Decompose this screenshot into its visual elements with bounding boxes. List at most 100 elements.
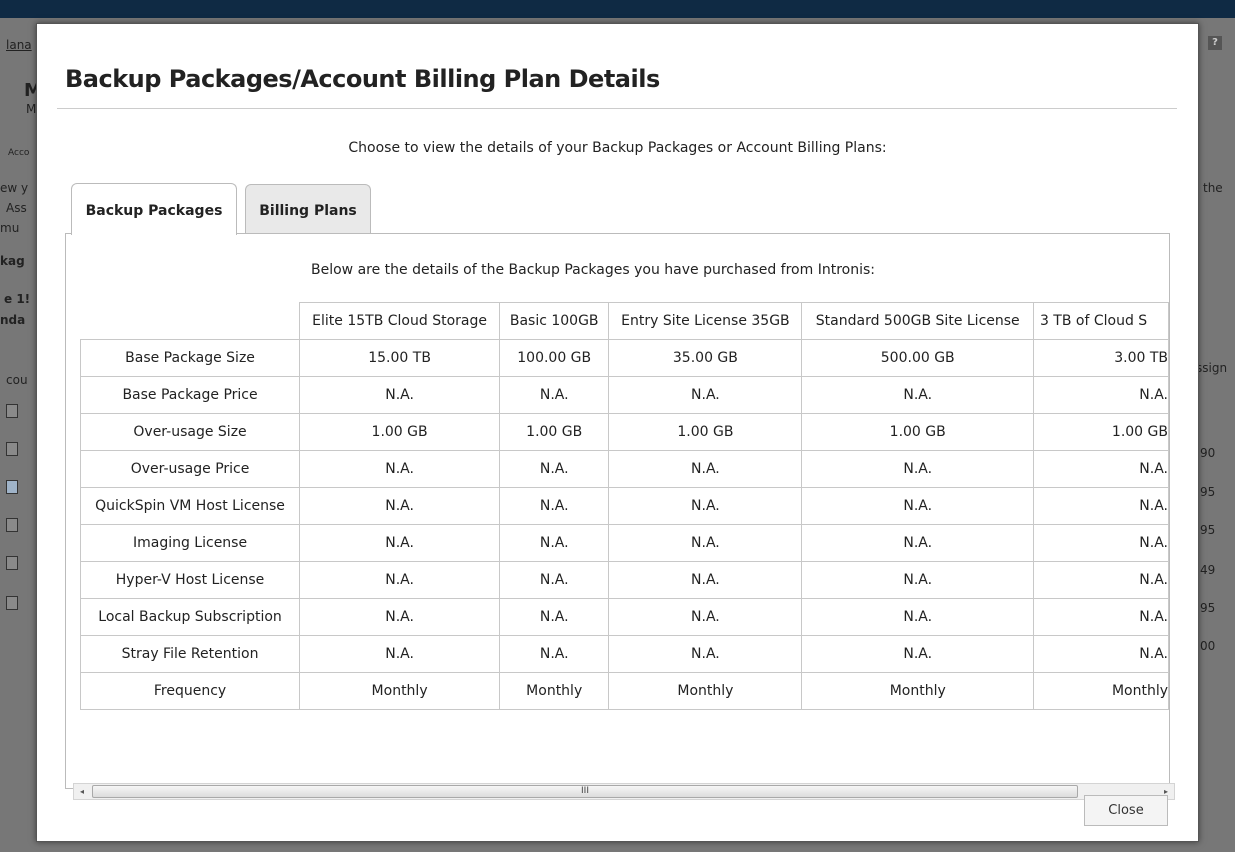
bg-checkbox bbox=[6, 596, 18, 610]
bg-fragment: cou bbox=[6, 373, 28, 387]
tab-backup-packages[interactable]: Backup Packages bbox=[71, 183, 237, 235]
table-cell: 1.00 GB bbox=[801, 413, 1034, 451]
bg-fragment: 95 bbox=[1200, 485, 1216, 499]
column-header: Standard 500GB Site License bbox=[801, 302, 1034, 340]
table-cell: N.A. bbox=[801, 450, 1034, 488]
table-cell: N.A. bbox=[608, 635, 803, 673]
bg-fragment: nda bbox=[0, 313, 26, 327]
bg-fragment: 00 bbox=[1200, 639, 1216, 653]
bg-fragment: 95 bbox=[1200, 601, 1216, 615]
table-cell: N.A. bbox=[608, 598, 803, 636]
bg-fragment: M bbox=[26, 102, 37, 116]
close-button[interactable]: Close bbox=[1084, 795, 1168, 826]
bg-checkbox bbox=[6, 404, 18, 418]
row-label: Over-usage Price bbox=[79, 450, 301, 488]
table-cell: 3.00 TB bbox=[1032, 339, 1169, 377]
table-cell: N.A. bbox=[1032, 598, 1169, 636]
table-row: Frequency Monthly Monthly Monthly Monthly Mon… bbox=[79, 672, 1169, 710]
table-cell: N.A. bbox=[299, 487, 501, 525]
table-corner bbox=[80, 302, 301, 340]
table-cell: 100.00 GB bbox=[499, 339, 610, 377]
table-cell: N.A. bbox=[299, 561, 501, 599]
table-cell: N.A. bbox=[499, 376, 610, 414]
column-header: Entry Site License 35GB bbox=[608, 302, 803, 340]
row-label: Base Package Price bbox=[79, 376, 301, 414]
table-cell: N.A. bbox=[801, 635, 1034, 673]
bg-fragment: ew y bbox=[0, 181, 29, 195]
title-divider bbox=[57, 108, 1177, 109]
table-cell: N.A. bbox=[1032, 376, 1169, 414]
table-cell: N.A. bbox=[499, 450, 610, 488]
table-cell: N.A. bbox=[499, 487, 610, 525]
panel-intro-text: Below are the details of the Backup Pack… bbox=[311, 262, 875, 278]
table-row: Hyper-V Host License N.A. N.A. N.A. N.A. N.A. bbox=[79, 561, 1169, 599]
row-label: QuickSpin VM Host License bbox=[79, 487, 301, 525]
table-row: Over-usage Price N.A. N.A. N.A. N.A. N.A. bbox=[79, 450, 1169, 488]
table-row: Base Package Price N.A. N.A. N.A. N.A. N.A. bbox=[79, 376, 1169, 414]
table-cell: N.A. bbox=[608, 376, 803, 414]
table-cell: Monthly bbox=[1032, 672, 1169, 710]
row-label: Imaging License bbox=[79, 524, 301, 562]
table-cell: 500.00 GB bbox=[801, 339, 1034, 377]
table-cell: N.A. bbox=[299, 598, 501, 636]
bg-fragment: kag bbox=[0, 254, 25, 268]
tab-billing-plans[interactable]: Billing Plans bbox=[245, 184, 371, 233]
app-top-bar bbox=[0, 0, 1235, 18]
table-cell: N.A. bbox=[608, 524, 803, 562]
bg-fragment: Ass bbox=[6, 201, 27, 215]
table-cell: N.A. bbox=[299, 524, 501, 562]
table-cell: N.A. bbox=[1032, 561, 1169, 599]
table-cell: N.A. bbox=[801, 487, 1034, 525]
bg-fragment: Acco bbox=[8, 148, 30, 158]
packages-table: Elite 15TB Cloud Storage Basic 100GB Ent… bbox=[79, 302, 1169, 710]
table-cell: Monthly bbox=[299, 672, 501, 710]
bg-fragment: ssign bbox=[1196, 361, 1228, 375]
table-header-row: Elite 15TB Cloud Storage Basic 100GB Ent… bbox=[80, 302, 1169, 340]
scroll-left-arrow-icon[interactable]: ◂ bbox=[74, 784, 90, 799]
table-row: QuickSpin VM Host License N.A. N.A. N.A. N.A… bbox=[79, 487, 1169, 525]
bg-checkbox bbox=[6, 518, 18, 532]
table-cell: 1.00 GB bbox=[299, 413, 501, 451]
table-cell: N.A. bbox=[801, 376, 1034, 414]
backup-packages-panel: Below are the details of the Backup Pack… bbox=[65, 233, 1170, 789]
table-cell: N.A. bbox=[1032, 635, 1169, 673]
bg-checkbox bbox=[6, 556, 18, 570]
table-cell: N.A. bbox=[801, 561, 1034, 599]
table-row: Over-usage Size 1.00 GB 1.00 GB 1.00 GB 1.00… bbox=[79, 413, 1169, 451]
bg-fragment: mu bbox=[0, 221, 20, 235]
table-cell: 1.00 GB bbox=[1032, 413, 1169, 451]
scroll-thumb[interactable]: III bbox=[92, 785, 1078, 798]
table-cell: N.A. bbox=[499, 635, 610, 673]
table-row: Imaging License N.A. N.A. N.A. N.A. N.A. bbox=[79, 524, 1169, 562]
table-cell: Monthly bbox=[608, 672, 803, 710]
table-cell: N.A. bbox=[299, 450, 501, 488]
choose-instructions: Choose to view the details of your Backu… bbox=[348, 140, 887, 156]
table-cell: N.A. bbox=[299, 376, 501, 414]
table-cell: N.A. bbox=[299, 635, 501, 673]
table-cell: 15.00 TB bbox=[299, 339, 501, 377]
help-icon: ? bbox=[1208, 36, 1222, 50]
table-cell: 1.00 GB bbox=[608, 413, 803, 451]
table-cell: Monthly bbox=[499, 672, 610, 710]
row-label: Base Package Size bbox=[79, 339, 301, 377]
table-cell: Monthly bbox=[801, 672, 1034, 710]
row-label: Local Backup Subscription bbox=[79, 598, 301, 636]
row-label: Over-usage Size bbox=[79, 413, 301, 451]
bg-fragment: the bbox=[1203, 181, 1223, 195]
table-cell: 35.00 GB bbox=[608, 339, 803, 377]
table-cell: N.A. bbox=[499, 524, 610, 562]
table-row: Base Package Size 15.00 TB 100.00 GB 35.00 … bbox=[79, 339, 1169, 377]
dialog-title: Backup Packages/Account Billing Plan Det… bbox=[65, 65, 660, 93]
table-row: Local Backup Subscription N.A. N.A. N.A. N.A… bbox=[79, 598, 1169, 636]
bg-checkbox bbox=[6, 442, 18, 456]
table-cell: N.A. bbox=[1032, 450, 1169, 488]
billing-details-dialog: Backup Packages/Account Billing Plan Det… bbox=[36, 23, 1199, 842]
row-label: Hyper-V Host License bbox=[79, 561, 301, 599]
column-header: Elite 15TB Cloud Storage bbox=[299, 302, 501, 340]
bg-fragment: lana bbox=[6, 38, 32, 52]
table-cell: 1.00 GB bbox=[499, 413, 610, 451]
bg-fragment: 95 bbox=[1200, 523, 1216, 537]
bg-fragment: 49 bbox=[1200, 563, 1216, 577]
horizontal-scrollbar[interactable]: ◂ III ▸ bbox=[73, 783, 1175, 800]
row-label: Frequency bbox=[79, 672, 301, 710]
